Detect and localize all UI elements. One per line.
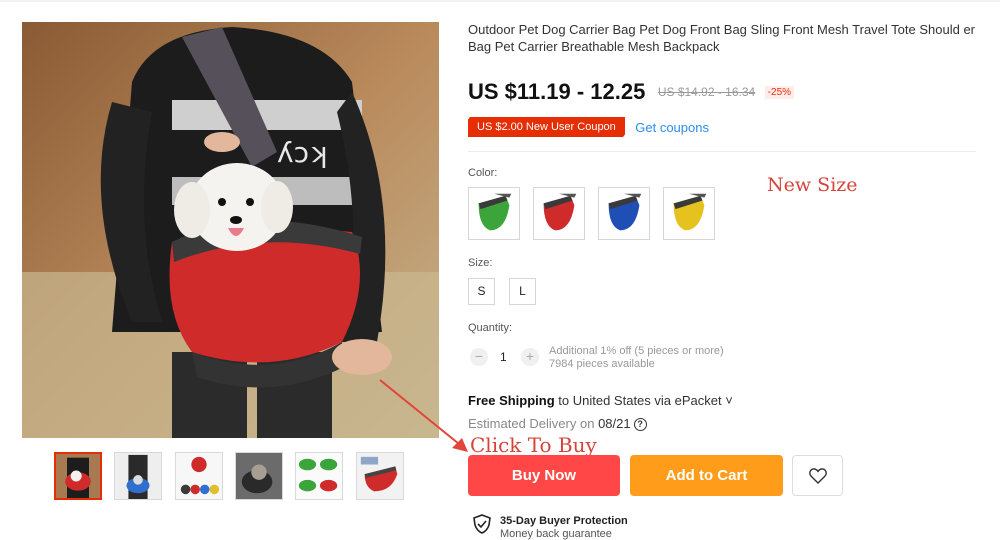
wishlist-button[interactable]	[792, 455, 843, 496]
free-shipping-label: Free Shipping	[468, 393, 555, 408]
size-option-l[interactable]: L	[509, 278, 536, 305]
color-swatch-yellow[interactable]	[663, 187, 715, 240]
stock-available-note: 7984 pieces available	[549, 358, 655, 370]
buyer-protection-subtitle: Money back guarantee	[500, 528, 612, 540]
size-option-s[interactable]: S	[468, 278, 495, 305]
quantity-input[interactable]: 1	[500, 350, 507, 364]
svg-text:ʎɔʞ: ʎɔʞ	[277, 136, 328, 169]
new-size-annotation: New Size	[767, 174, 858, 196]
color-swatch-blue[interactable]	[598, 187, 650, 240]
new-user-coupon-badge[interactable]: US $2.00 New User Coupon	[467, 117, 626, 137]
add-to-cart-button[interactable]: Add to Cart	[630, 455, 783, 496]
price-row: US $11.19 - 12.25 US $14.92 - 16.34 -25%	[468, 79, 795, 107]
size-label: Size:	[468, 257, 493, 269]
section-divider	[468, 151, 976, 152]
shipping-info[interactable]: Free Shipping to United States via ePack…	[468, 393, 733, 408]
color-swatch-green[interactable]	[468, 187, 520, 240]
color-swatch-red[interactable]	[533, 187, 585, 240]
heart-icon	[809, 468, 827, 484]
quantity-increase-button[interactable]: +	[521, 348, 539, 366]
buyer-protection: 35-Day Buyer Protection Money back guara…	[472, 514, 628, 540]
quantity-label: Quantity:	[468, 322, 513, 334]
bulk-discount-note: Additional 1% off (5 pieces or more)	[549, 345, 724, 357]
quantity-decrease-button[interactable]: −	[470, 348, 488, 366]
estimated-delivery: Estimated Delivery on 08/21?	[468, 416, 647, 432]
get-coupons-link[interactable]: Get coupons	[635, 120, 709, 135]
shield-check-icon	[473, 514, 491, 534]
thumbnail[interactable]	[175, 452, 223, 500]
quantity-note: Additional 1% off (5 pieces or more) 798…	[549, 345, 724, 371]
thumbnail[interactable]	[356, 452, 404, 500]
help-icon[interactable]: ?	[633, 418, 647, 432]
thumbnail[interactable]	[114, 452, 162, 500]
product-title: Outdoor Pet Dog Carrier Bag Pet Dog Fron…	[468, 22, 976, 54]
thumbnail[interactable]	[295, 452, 343, 500]
original-price: US $14.92 - 16.34	[657, 85, 756, 99]
thumbnail[interactable]	[235, 452, 283, 500]
color-label: Color:	[468, 167, 498, 179]
estimated-delivery-date: 08/21	[598, 416, 631, 431]
shipping-destination: to United States via ePacket ˅	[554, 393, 733, 408]
discount-badge: -25%	[764, 85, 795, 99]
estimated-delivery-label: Estimated Delivery on	[468, 416, 599, 431]
coupon-row: US $2.00 New User Coupon Get coupons	[467, 117, 709, 137]
top-divider	[0, 0, 1000, 2]
buy-now-button[interactable]: Buy Now	[468, 455, 620, 496]
price: US $11.19 - 12.25	[468, 79, 646, 104]
click-to-buy-annotation: Click To Buy	[470, 433, 597, 457]
thumbnail[interactable]	[54, 452, 102, 500]
buyer-protection-title: 35-Day Buyer Protection	[500, 515, 628, 527]
annotation-arrow-icon	[379, 379, 468, 452]
